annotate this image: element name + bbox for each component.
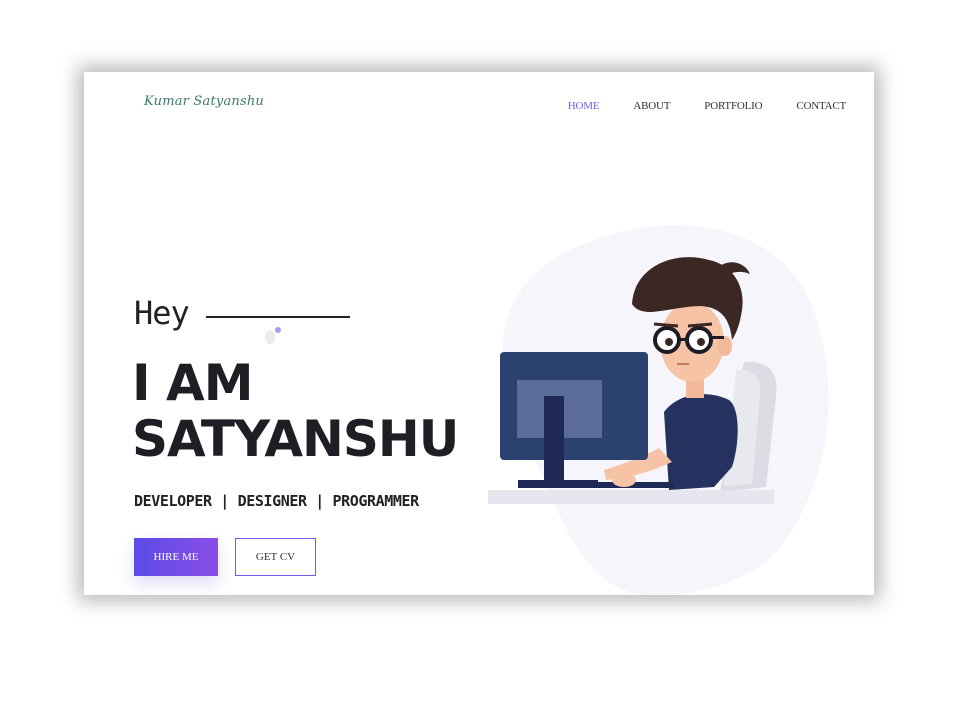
- hero-title: I AM SATYANSHU: [132, 354, 459, 467]
- nav-home[interactable]: HOME: [568, 100, 600, 112]
- site-logo[interactable]: Kumar Satyanshu: [144, 94, 264, 109]
- greeting-text: Hey: [134, 294, 190, 332]
- main-nav: HOME ABOUT PORTFOLIO CONTACT: [568, 100, 846, 112]
- nav-about[interactable]: ABOUT: [633, 100, 670, 112]
- developer-at-computer-illustration: [488, 225, 829, 595]
- nav-portfolio[interactable]: PORTFOLIO: [704, 100, 762, 112]
- nav-contact[interactable]: CONTACT: [796, 100, 846, 112]
- decorative-dot-purple: [275, 327, 281, 333]
- hero-title-line2: SATYANSHU: [132, 410, 459, 468]
- browser-viewport: Kumar Satyanshu HOME ABOUT PORTFOLIO CON…: [84, 72, 874, 595]
- hero-title-line1: I AM: [132, 354, 253, 412]
- greeting-divider: [206, 316, 350, 318]
- desk: [488, 490, 774, 504]
- get-cv-button[interactable]: GET CV: [235, 538, 316, 576]
- hire-me-button[interactable]: HIRE ME: [134, 538, 218, 576]
- roles-subtitle: DEVELOPER | DESIGNER | PROGRAMMER: [134, 492, 419, 510]
- decorative-dot-grey: [265, 330, 275, 344]
